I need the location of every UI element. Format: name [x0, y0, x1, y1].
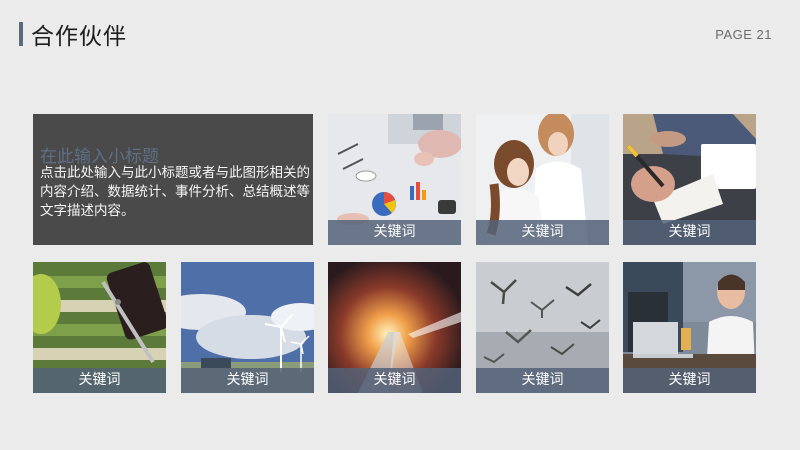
tile-caption: 关键词	[33, 368, 166, 393]
keyword-tile-7[interactable]: 关键词	[476, 262, 609, 393]
tile-caption: 关键词	[623, 368, 756, 393]
title-accent-bar	[19, 22, 23, 46]
tile-caption: 关键词	[328, 220, 461, 245]
page-title: 合作伙伴	[31, 24, 127, 50]
tile-caption: 关键词	[623, 220, 756, 245]
tile-caption: 关键词	[476, 220, 609, 245]
tile-caption: 关键词	[476, 368, 609, 393]
intro-text-box: 在此输入小标题 点击此处输入与此小标题或者与此图形相关的内容介绍、数据统计、事件…	[33, 114, 313, 245]
keyword-tile-1[interactable]: 关键词	[328, 114, 461, 245]
intro-description[interactable]: 点击此处输入与此小标题或者与此图形相关的内容介绍、数据统计、事件分析、总结概述等…	[40, 164, 310, 221]
keyword-tile-6[interactable]: 关键词	[328, 262, 461, 393]
keyword-tile-5[interactable]: 关键词	[181, 262, 314, 393]
keyword-tile-4[interactable]: 关键词	[33, 262, 166, 393]
keyword-tile-8[interactable]: 关键词	[623, 262, 756, 393]
tile-caption: 关键词	[181, 368, 314, 393]
page-number: PAGE 21	[715, 27, 772, 42]
tile-caption: 关键词	[328, 368, 461, 393]
keyword-tile-3[interactable]: 关键词	[623, 114, 756, 245]
keyword-tile-2[interactable]: 关键词	[476, 114, 609, 245]
